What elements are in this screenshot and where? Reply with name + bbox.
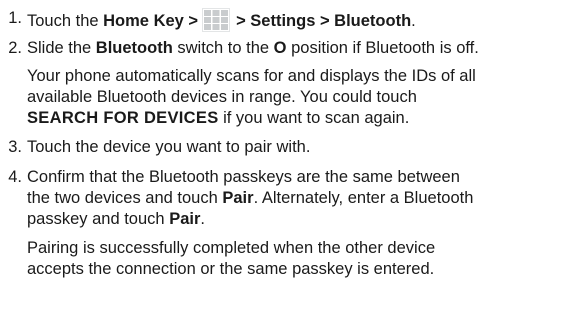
pair-label-2: Pair: [169, 210, 201, 228]
pair-label: Pair: [222, 189, 254, 207]
switch-position-label: O: [273, 39, 287, 57]
search-for-devices-label: SEARCH FOR DEVICES: [27, 109, 219, 127]
instructions-document: 1. Touch the Home Key > > Settings > Blu…: [0, 0, 581, 318]
step-4-para-line-1: Pairing is successfully completed when t…: [27, 239, 436, 257]
step-4-line-1: Confirm that the Bluetooth passkeys are …: [27, 168, 460, 186]
step-4-para-line-2: accepts the connection or the same passk…: [27, 260, 435, 278]
step-2-para-tail: if you want to scan again.: [218, 109, 410, 127]
step-4-line-2: the two devices and touch Pair. Alternat…: [27, 188, 473, 208]
step-2-para-line-2: available Bluetooth devices in range. Yo…: [27, 88, 417, 106]
settings-bluetooth-path: > Settings > Bluetooth: [236, 12, 412, 30]
bluetooth-label: Bluetooth: [95, 39, 173, 57]
step-2-part-b: switch to the: [172, 39, 274, 57]
apps-grid-icon: [202, 8, 231, 32]
step-1-part-touch: Touch the: [27, 12, 104, 30]
step-2-para-line-1: Your phone automatically scans for and d…: [27, 67, 476, 85]
step-4-line-3-a: passkey and touch: [27, 210, 170, 228]
home-key-label: Home Key >: [103, 12, 199, 30]
step-1-number: 1.: [8, 9, 22, 27]
step-2-part-c: position if Bluetooth is off.: [286, 39, 479, 57]
step-2-number: 2.: [8, 39, 22, 57]
step-4-line-2-a: the two devices and touch: [27, 189, 223, 207]
step-1-text: Touch the Home Key > > Settings > Blueto…: [27, 8, 416, 32]
step-2-part-a: Slide the: [27, 39, 96, 57]
step-4-number: 4.: [8, 168, 22, 186]
step-4-line-3: passkey and touch Pair.: [27, 209, 205, 229]
step-2-text: Slide the Bluetooth switch to the O posi…: [27, 38, 479, 58]
step-3-number: 3.: [8, 138, 22, 156]
step-2-para-line-3: SEARCH FOR DEVICES if you want to scan a…: [27, 108, 409, 128]
step-1-period: .: [411, 12, 416, 30]
step-3-text: Touch the device you want to pair with.: [27, 138, 311, 156]
step-4-line-2-b: . Alternately, enter a Bluetooth: [253, 189, 474, 207]
step-4-line-3-b: .: [200, 210, 205, 228]
